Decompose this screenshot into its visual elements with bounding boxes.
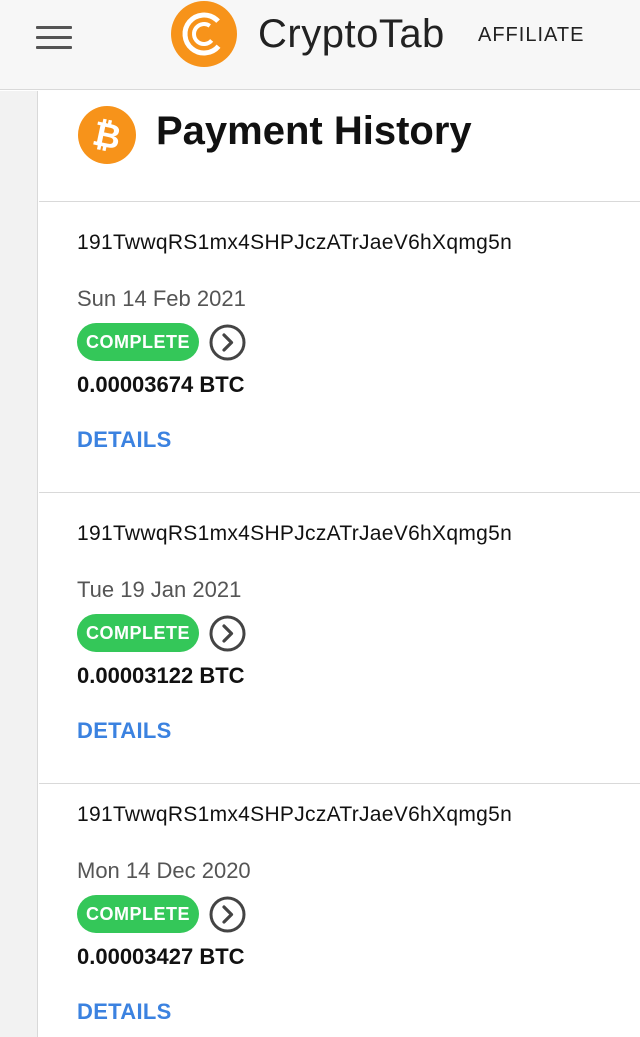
wallet-address: 191TwwqRS1mx4SHPJczATrJaeV6hXqmg5n	[77, 803, 513, 826]
brand-subtitle: AFFILIATE	[478, 24, 585, 46]
details-link[interactable]: DETAILS	[77, 718, 172, 744]
chevron-right-circle-icon[interactable]	[209, 615, 246, 652]
payment-date: Sun 14 Feb 2021	[77, 286, 246, 311]
left-gutter	[0, 91, 38, 1037]
top-app-bar: CryptoTab AFFILIATE	[0, 0, 640, 90]
cryptotab-logo-icon	[171, 1, 237, 67]
details-link[interactable]: DETAILS	[77, 999, 172, 1025]
wallet-address: 191TwwqRS1mx4SHPJczATrJaeV6hXqmg5n	[77, 231, 513, 254]
payment-card: 191TwwqRS1mx4SHPJczATrJaeV6hXqmg5n Mon 1…	[39, 774, 640, 1037]
status-badge: COMPLETE	[77, 895, 199, 933]
payment-amount: 0.00003122 BTC	[77, 663, 245, 688]
payment-date: Tue 19 Jan 2021	[77, 577, 242, 602]
payment-date: Mon 14 Dec 2020	[77, 858, 251, 883]
page-header: ₿ Payment History	[39, 91, 640, 202]
details-link[interactable]: DETAILS	[77, 427, 172, 453]
payment-card: 191TwwqRS1mx4SHPJczATrJaeV6hXqmg5n Sun 1…	[39, 202, 640, 493]
chevron-right-circle-icon[interactable]	[209, 324, 246, 361]
hamburger-menu-icon[interactable]	[36, 26, 72, 50]
bitcoin-icon: ₿	[78, 106, 136, 164]
payment-amount: 0.00003674 BTC	[77, 372, 245, 397]
payment-amount: 0.00003427 BTC	[77, 944, 245, 969]
wallet-address: 191TwwqRS1mx4SHPJczATrJaeV6hXqmg5n	[77, 522, 513, 545]
chevron-right-circle-icon[interactable]	[209, 896, 246, 933]
status-badge: COMPLETE	[77, 323, 199, 361]
payment-card: 191TwwqRS1mx4SHPJczATrJaeV6hXqmg5n Tue 1…	[39, 493, 640, 784]
page-title: Payment History	[156, 109, 472, 153]
brand-name: CryptoTab	[258, 12, 445, 56]
payment-history-panel: ₿ Payment History 191TwwqRS1mx4SHPJczATr…	[39, 91, 640, 1037]
status-badge: COMPLETE	[77, 614, 199, 652]
